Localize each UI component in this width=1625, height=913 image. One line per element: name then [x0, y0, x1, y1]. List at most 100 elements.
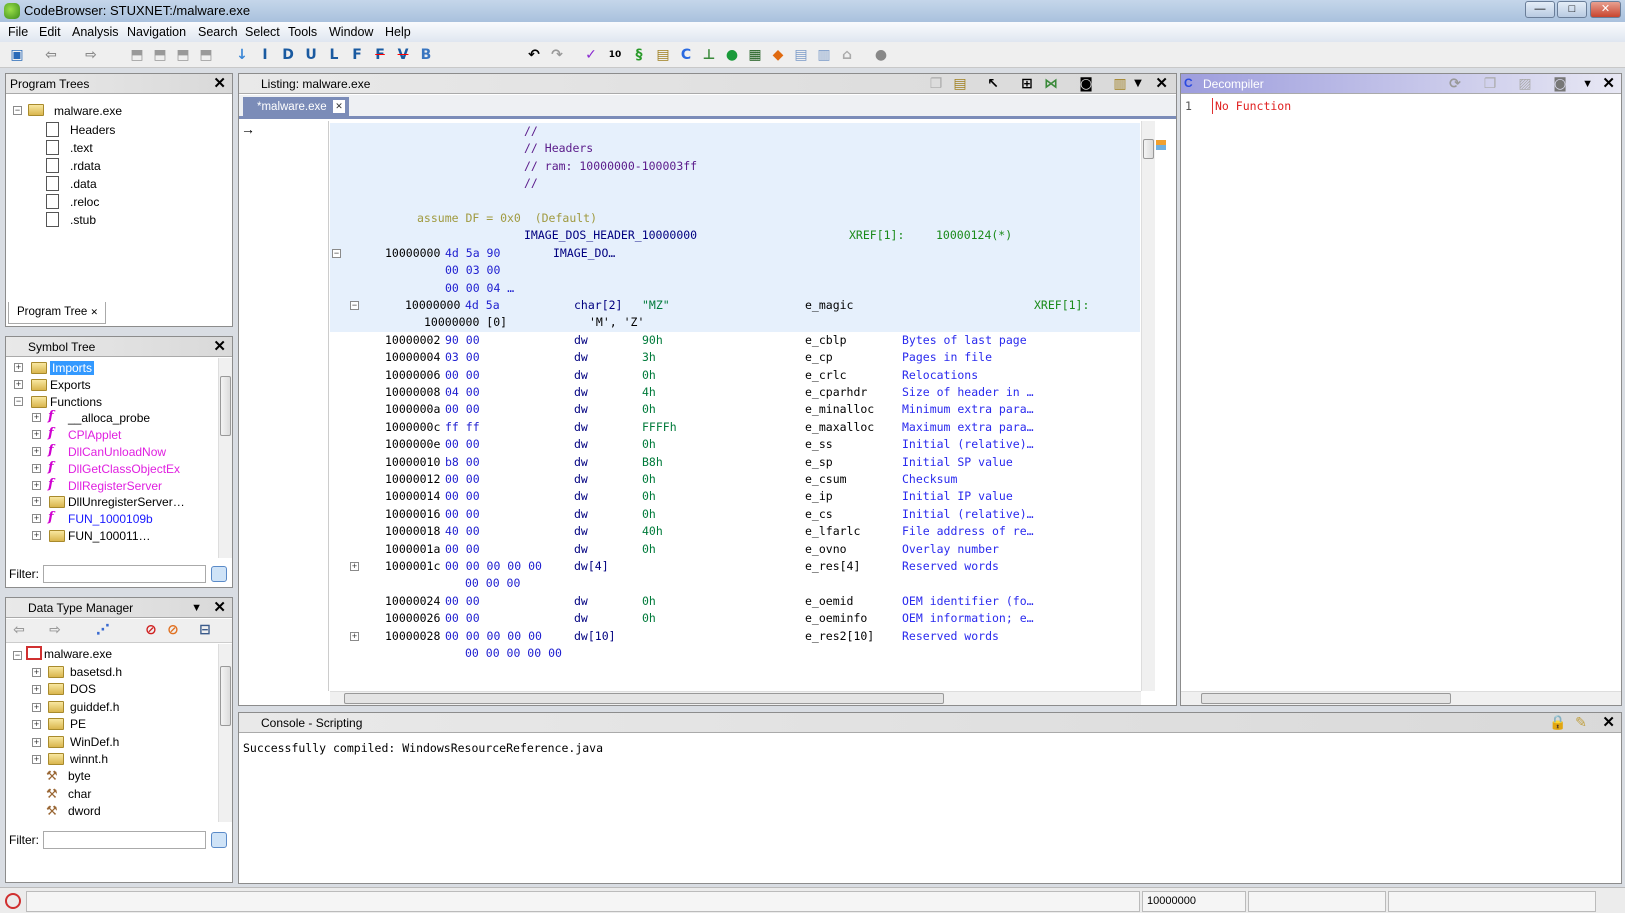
edit-icon[interactable]: ▨ — [1516, 75, 1534, 93]
filter-options-icon[interactable] — [211, 566, 227, 582]
plate-comment[interactable]: // — [524, 176, 538, 190]
symbol-tree-scrollbar[interactable] — [218, 358, 232, 558]
collapse-all-icon[interactable]: ⊟ — [196, 621, 214, 639]
minimize-button[interactable]: — — [1525, 1, 1555, 18]
symbol-tree-item[interactable]: FUN_1000109b — [68, 512, 153, 526]
mnemonic[interactable]: dw — [574, 350, 588, 364]
menu-dropdown-icon[interactable]: ▼ — [191, 598, 202, 618]
menu-select[interactable]: Select — [245, 25, 280, 39]
mnemonic[interactable]: dw — [574, 472, 588, 486]
menu-analysis[interactable]: Analysis — [72, 25, 119, 39]
cursor-mode-icon[interactable]: ↖ — [984, 75, 1002, 93]
program-tree-tab[interactable]: Program Tree ✕ — [8, 302, 106, 324]
eol-comment[interactable]: OEM information; e… — [902, 611, 1034, 625]
undo-icon[interactable]: ↶ — [525, 46, 543, 64]
next-undefined-icon[interactable]: U — [302, 46, 320, 64]
eol-comment[interactable]: Maximum extra para… — [902, 420, 1034, 434]
filter-pointers-icon[interactable]: ⊘ — [164, 621, 182, 639]
expand-icon[interactable]: + — [14, 379, 23, 389]
run-icon[interactable]: ● — [723, 46, 741, 64]
field-name[interactable]: e_maxalloc — [805, 420, 874, 434]
field-name[interactable]: e_minalloc — [805, 402, 874, 416]
eol-comment[interactable]: Reserved words — [902, 559, 999, 573]
bytes-icon[interactable]: 10 — [606, 46, 624, 64]
bytes[interactable]: 03 00 — [445, 350, 480, 364]
mnemonic[interactable]: char[2] — [574, 298, 622, 312]
symbol-tree-item[interactable]: DllGetClassObjectEx — [68, 462, 180, 476]
expand-icon[interactable]: + — [14, 363, 23, 372]
expand-icon[interactable]: + — [32, 685, 41, 695]
clear-icon[interactable]: ✎ — [1572, 714, 1590, 732]
dtm-item[interactable]: dword — [68, 804, 101, 818]
operand[interactable]: 0h — [642, 472, 656, 486]
collapse-icon[interactable]: − — [350, 301, 359, 310]
eol-comment[interactable]: Minimum extra para… — [902, 402, 1034, 416]
plate-comment[interactable]: // ram: 10000000-100003ff — [524, 159, 697, 173]
expand-icon[interactable]: + — [32, 702, 41, 712]
xref-target[interactable]: 10000124(*) — [936, 228, 1012, 242]
menu-help[interactable]: Help — [385, 25, 411, 39]
symbol-tree-item[interactable]: FUN_100011… — [68, 529, 151, 543]
decompiler-text[interactable]: No Function — [1215, 99, 1291, 113]
bytes[interactable]: 4d 5a 90 — [445, 246, 500, 260]
close-tab-icon[interactable]: ✕ — [91, 307, 99, 317]
menu-window[interactable]: Window — [329, 25, 373, 39]
bytes[interactable]: 90 00 — [445, 333, 480, 347]
collapse-icon[interactable]: − — [332, 248, 341, 258]
symbol-tree-item[interactable]: DllUnregisterServer… — [68, 495, 185, 509]
script-icon[interactable]: ▥ — [815, 46, 833, 64]
bytes[interactable]: 00 00 — [445, 611, 480, 625]
eol-comment[interactable]: Pages in file — [902, 350, 992, 364]
eol-comment[interactable]: Reserved words — [902, 629, 999, 643]
back-icon[interactable]: ⇦ — [10, 621, 28, 639]
address[interactable]: 10000006 — [385, 368, 440, 382]
eol-comment[interactable]: File address of re… — [902, 524, 1034, 538]
address[interactable]: 10000000 [0] — [424, 315, 507, 329]
eol-comment[interactable]: Bytes of last page — [902, 333, 1027, 347]
forward-icon[interactable]: ⇨ — [82, 46, 100, 64]
symbol-tree-item[interactable]: Exports — [50, 378, 91, 392]
operand[interactable]: 0h — [642, 507, 656, 521]
copy-icon[interactable]: ❐ — [927, 75, 945, 93]
field-name[interactable]: e_res2[10] — [805, 629, 874, 643]
operand[interactable]: 0h — [642, 402, 656, 416]
operand[interactable]: 0h — [642, 437, 656, 451]
menu-dropdown-icon[interactable]: ▼ — [1582, 74, 1593, 94]
dtm-item[interactable]: DOS — [70, 682, 96, 696]
expand-icon[interactable]: + — [32, 668, 41, 677]
memory-icon[interactable]: ▦ — [746, 46, 764, 64]
collapse-icon[interactable]: − — [14, 396, 23, 406]
assume-directive[interactable]: assume DF = 0x0 (Default) — [417, 211, 597, 225]
menu-tools[interactable]: Tools — [288, 25, 317, 39]
menu-edit[interactable]: Edit — [39, 25, 61, 39]
bytes[interactable]: 40 00 — [445, 524, 480, 538]
field-name[interactable]: e_cparhdr — [805, 385, 867, 399]
field-name[interactable]: e_lfarlc — [805, 524, 860, 538]
save-icon[interactable]: ▣ — [8, 46, 26, 64]
field-name[interactable]: e_cblp — [805, 333, 847, 347]
expand-icon[interactable]: + — [32, 514, 41, 524]
collapse-icon[interactable]: − — [13, 651, 22, 660]
eol-comment[interactable]: Initial SP value — [902, 455, 1013, 469]
bytes[interactable]: 00 00 04 … — [445, 281, 514, 295]
next-data-icon[interactable]: D — [279, 46, 297, 64]
listing-tab[interactable]: *malware.exe ✕ — [243, 97, 349, 117]
expand-icon[interactable]: + — [32, 737, 41, 747]
function-graph-icon[interactable]: § — [630, 46, 648, 64]
nav-next2-icon[interactable]: ⬒ — [197, 46, 215, 64]
address[interactable]: 1000000a — [385, 402, 440, 416]
mnemonic[interactable]: dw — [574, 333, 588, 347]
diamond-icon[interactable]: ◆ — [769, 46, 787, 64]
decompiler-hscrollbar[interactable] — [1181, 691, 1621, 705]
bytes[interactable]: 00 00 — [445, 472, 480, 486]
mnemonic[interactable]: dw — [574, 524, 588, 538]
tree-root-malware-exe[interactable]: malware.exe — [54, 104, 122, 118]
field-name[interactable]: e_ovno — [805, 542, 847, 556]
symbol-tree-item[interactable]: CPlApplet — [68, 428, 121, 442]
dropdown-icon[interactable]: ▼ — [1129, 75, 1147, 93]
symbol-tree-item[interactable]: DllCanUnloadNow — [68, 445, 166, 459]
bytes[interactable]: 00 00 — [445, 368, 480, 382]
operand[interactable]: 0h — [642, 368, 656, 382]
address[interactable]: 1000001c — [385, 559, 440, 573]
next-value-icon[interactable]: V — [394, 46, 412, 64]
